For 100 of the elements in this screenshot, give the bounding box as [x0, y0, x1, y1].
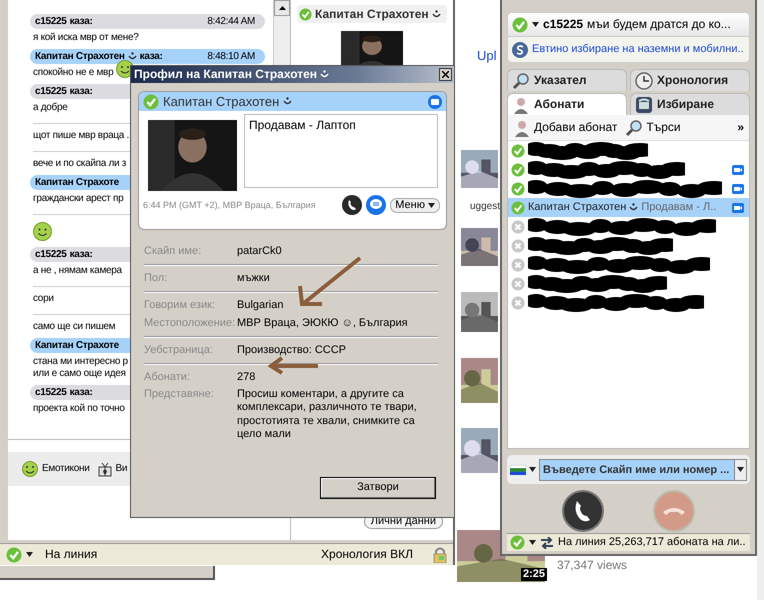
close-button[interactable] — [439, 68, 452, 81]
status-label[interactable]: На линия — [45, 547, 98, 562]
person-icon — [512, 96, 530, 114]
tab[interactable]: Избиране — [630, 93, 750, 115]
caret-icon — [428, 202, 435, 208]
magnifier-icon — [625, 118, 644, 136]
message-text: щот пише мвр враца . — [33, 130, 129, 142]
person-icon — [513, 118, 531, 136]
said-label: каза: — [70, 386, 92, 398]
message-text: само ще си пишем — [33, 321, 116, 333]
message-text: а не , нямам камера — [33, 265, 122, 277]
field-label: Скайп име: — [144, 245, 202, 258]
annotation-arrow — [298, 256, 362, 306]
message-text: стана ми интересно р или е само още идея — [33, 356, 128, 380]
contact-name: Капитан Страхотен — [528, 200, 626, 214]
field-label: Пол: — [144, 272, 168, 286]
mood-icon — [283, 97, 292, 106]
swap-arrows-icon — [540, 536, 554, 548]
history-status: Хронология ВКЛ — [321, 547, 413, 562]
video-icon — [428, 94, 442, 108]
field-label: Абонати: — [144, 370, 191, 384]
caret-icon — [26, 552, 33, 557]
sender-name: c15225 — [35, 86, 67, 98]
sender-name: c15225 — [35, 386, 67, 398]
toolbar-button[interactable]: Ви — [98, 461, 128, 477]
message-time: 8:48:10 AM — [207, 50, 255, 62]
phone-icon — [635, 96, 653, 114]
caret-icon — [532, 22, 539, 27]
online-status-icon — [299, 8, 312, 21]
mood-icon — [432, 10, 441, 19]
user-name[interactable]: c15225 — [543, 17, 584, 32]
toolbar-button[interactable]: Добави абонат — [513, 118, 618, 136]
magnifier-icon — [512, 72, 530, 90]
mood-icon — [320, 70, 330, 79]
caret-icon — [529, 540, 536, 545]
said-label: каза: — [70, 16, 92, 28]
sender-name: c15225 — [35, 16, 67, 28]
field-value: МВР Враца, ЭЮКЮ ☺, България — [237, 316, 408, 330]
lock-icon — [433, 546, 447, 562]
dropdown-button[interactable] — [735, 458, 747, 480]
message-text: проекта кой по точно — [33, 403, 125, 415]
field-value: Bulgarian — [237, 299, 284, 313]
field-value: 278 — [237, 370, 256, 384]
toolbar-button[interactable]: Емотикони — [22, 461, 90, 477]
mood-text[interactable]: мъи будем дратся до ко... — [587, 17, 731, 32]
online-status-icon — [6, 546, 22, 562]
contact-name: Капитан Страхотен — [163, 94, 280, 110]
website-link[interactable]: Производство: СССР — [237, 344, 346, 356]
field-value: patarCk0 — [237, 245, 282, 258]
scroll-up-icon[interactable] — [278, 6, 286, 10]
said-label: каза: — [70, 86, 92, 98]
field-value: мъжки — [237, 272, 270, 286]
online-status-icon — [143, 94, 159, 110]
message-text: я кой иска мвр от мене? — [33, 32, 139, 44]
call-button[interactable] — [342, 195, 362, 215]
field-label: Местоположение: — [144, 316, 236, 330]
heading: uggest — [470, 201, 500, 213]
sender-name: Капитан Страхоте — [35, 340, 119, 352]
message-text: вече и по скайпа ли з — [33, 158, 126, 170]
chat-button[interactable] — [366, 195, 386, 215]
contact-name: Капитан Страхотен — [315, 7, 429, 22]
skype-logo-icon — [512, 42, 528, 58]
menu-button[interactable]: Меню — [390, 198, 440, 212]
tab[interactable]: Указател — [507, 69, 627, 91]
smiley-icon — [22, 461, 38, 477]
online-status-icon — [510, 535, 525, 550]
message-text: сори — [33, 293, 54, 305]
sender-name: c15225 — [35, 248, 67, 260]
toolbar-button[interactable]: Търси — [625, 118, 681, 136]
window-title: Профил на Капитан Страхотен — [134, 67, 318, 82]
smiley-icon — [33, 222, 52, 241]
message-text: граждански арест пр — [33, 193, 124, 205]
field-label: Говорим език: — [144, 299, 216, 313]
annotation-arrow — [267, 356, 318, 375]
message-text: а добре — [33, 102, 68, 114]
contact-row[interactable]: Капитан Страхотен Продавам - Л.. — [508, 198, 749, 217]
said-label: каза: — [70, 248, 92, 260]
clock-icon — [635, 72, 653, 90]
tab[interactable]: Абонати — [507, 93, 627, 115]
close-button[interactable]: Затвори — [320, 477, 436, 499]
mood-icon — [128, 52, 137, 61]
caret-icon — [529, 467, 536, 472]
flag-icon[interactable] — [510, 464, 526, 474]
sender-name: Капитан Страхоте — [35, 176, 119, 188]
close-icon — [442, 71, 449, 78]
online-status-icon — [512, 16, 528, 32]
tab[interactable]: Хронология — [630, 69, 750, 91]
dial-input[interactable]: Въведете Скайп име или номер ... — [539, 458, 735, 480]
mood-icon — [629, 203, 638, 212]
call-button[interactable] — [562, 490, 604, 532]
message-time: 8:42:44 AM — [207, 16, 255, 28]
scrollbar[interactable] — [757, 0, 764, 600]
link[interactable]: Upl — [477, 48, 497, 64]
said-label: каза: — [140, 50, 163, 62]
mood-message-box: Продавам - Лаптоп — [244, 114, 438, 188]
status-text: На линия 25,263,717 абоната на ли.. — [558, 536, 746, 550]
more-button[interactable]: » — [737, 120, 744, 135]
sender-name: Капитан Страхотен — [35, 50, 125, 62]
message-text: спокойно не е мвр — [33, 67, 114, 79]
caret-icon — [737, 467, 744, 472]
